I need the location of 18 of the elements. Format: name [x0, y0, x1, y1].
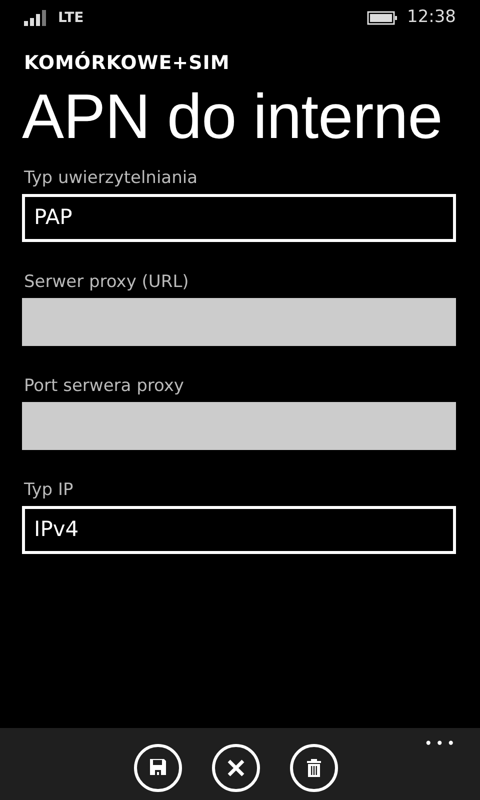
app-title: KOMÓRKOWE+SIM [23, 50, 231, 76]
field-label: Typ IP [24, 480, 74, 500]
cancel-button[interactable] [212, 744, 260, 792]
delete-button[interactable] [290, 744, 338, 792]
input-field[interactable] [22, 402, 456, 450]
dropdown-field[interactable]: PAP [22, 194, 456, 242]
close-icon [225, 757, 247, 779]
more-button[interactable]: ••• [424, 734, 458, 755]
field-label: Serwer proxy (URL) [24, 272, 190, 292]
field-label: Typ uwierzytelniania [24, 168, 199, 188]
dropdown-field[interactable]: IPv4 [22, 506, 456, 554]
input-field[interactable] [22, 298, 456, 346]
network-label: LTE [58, 8, 84, 28]
field-label: Port serwera proxy [24, 376, 185, 396]
page-title: APN do interne [21, 81, 444, 154]
clock: 12:38 [407, 6, 456, 30]
save-button[interactable] [134, 744, 182, 792]
battery-icon [367, 11, 397, 25]
